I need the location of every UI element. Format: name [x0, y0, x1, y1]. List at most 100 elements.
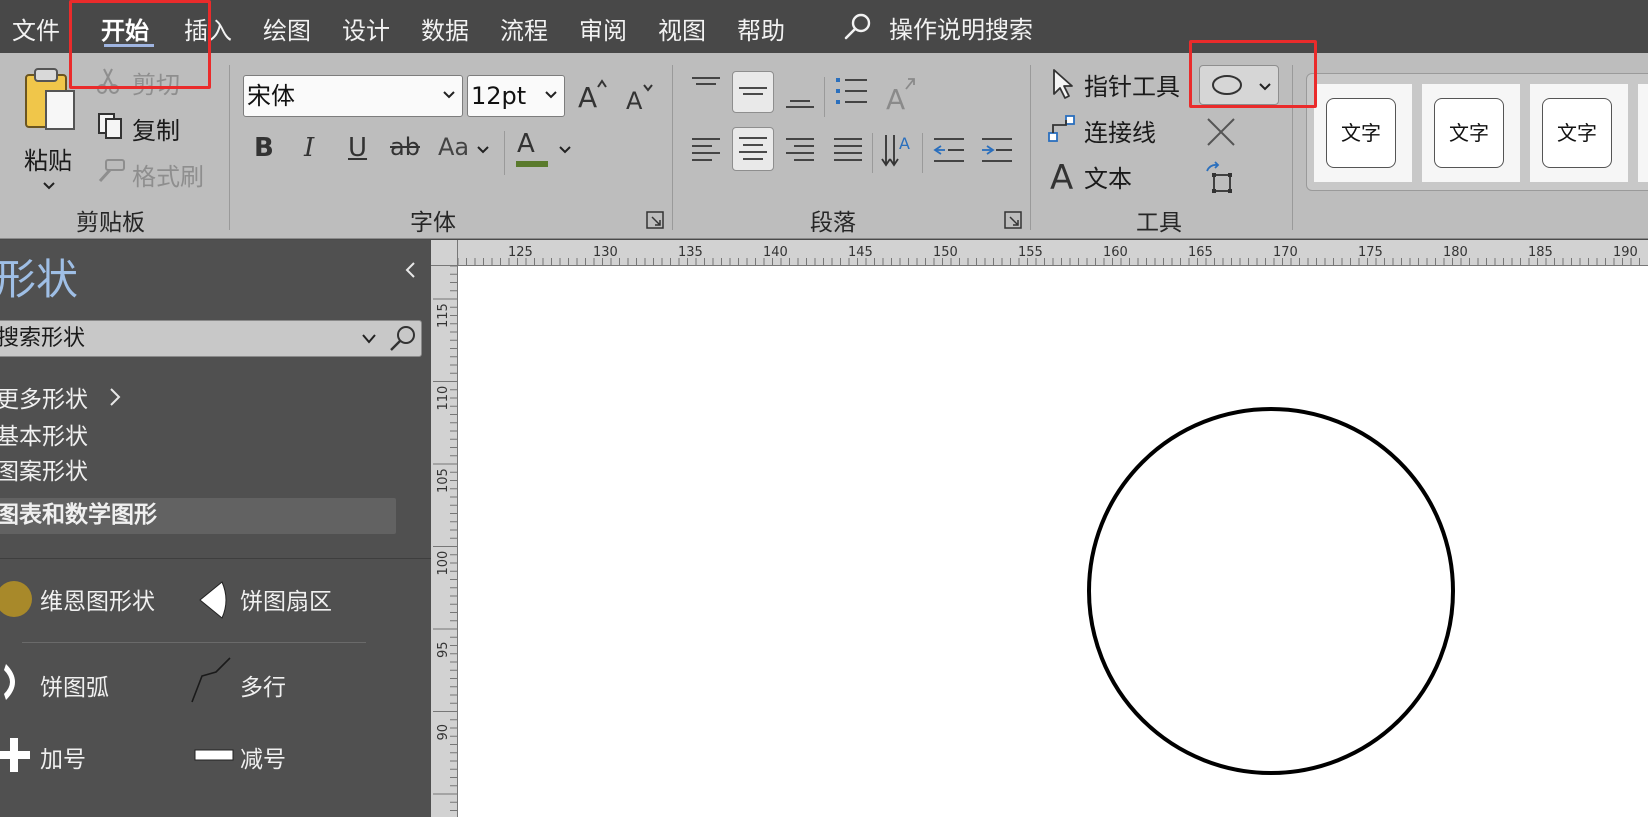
menu-bar: 文件 开始 插入 绘图 设计 数据 流程 审阅 视图 帮助 操作说明搜索 [0, 0, 1648, 53]
shape-venn[interactable]: 维恩图形状 [40, 582, 155, 616]
menu-review[interactable]: 审阅 [579, 11, 627, 46]
vertical-ruler-ticks: 115 110 105 100 95 90 [433, 265, 458, 811]
menu-help[interactable]: 帮助 [737, 11, 785, 46]
menu-file[interactable]: 文件 [12, 11, 60, 46]
ruler-tick-label: 150 [933, 245, 958, 260]
minus-icon[interactable] [194, 748, 234, 762]
ruler-tick-label: 165 [1188, 245, 1213, 260]
ruler-tick-label: 90 [436, 724, 451, 741]
align-middle-button[interactable] [732, 71, 774, 113]
align-bottom-icon[interactable] [784, 83, 816, 111]
shape-search-input[interactable] [0, 321, 357, 356]
shape-style-3[interactable]: 文字 [1530, 84, 1628, 182]
bold-button[interactable]: B [254, 133, 274, 163]
ruler-tick-label: 125 [508, 245, 533, 260]
horizontal-ruler-ticks: 0125130135140145150155160165170175180185… [440, 245, 1640, 266]
align-right-icon[interactable] [784, 135, 816, 165]
drawing-canvas[interactable] [458, 266, 1648, 817]
paste-button[interactable]: 粘贴 [20, 65, 80, 190]
more-shapes-link[interactable]: 更多形状 [0, 380, 88, 414]
chevron-down-icon[interactable] [558, 145, 572, 155]
copy-icon [98, 113, 122, 139]
menu-data[interactable]: 数据 [421, 11, 469, 46]
bullets-icon[interactable] [834, 75, 870, 109]
shape-tool-dropdown[interactable] [1199, 65, 1279, 105]
ruler-tick-label: 95 [436, 641, 451, 658]
shape-style-4[interactable] [1638, 84, 1648, 182]
shape-style-2[interactable]: 文字 [1422, 84, 1520, 182]
ruler-tick-label: 190 [1613, 245, 1638, 260]
plus-icon[interactable] [0, 736, 34, 774]
stencil-charts-math[interactable]: 图表和数学图形 [0, 498, 396, 534]
strikethrough-button[interactable]: ab [390, 133, 420, 161]
connector-tool-button[interactable]: 连接线 [1084, 113, 1156, 148]
text-tool-icon: A [1050, 158, 1073, 193]
paragraph-separator [824, 77, 825, 117]
stencil-basic-shapes[interactable]: 基本形状 [0, 417, 88, 451]
copy-button[interactable]: 复制 [132, 111, 180, 146]
shape-pie-sector[interactable]: 饼图扇区 [240, 582, 332, 616]
font-color-button[interactable]: A [517, 129, 535, 159]
menu-home[interactable]: 开始 [101, 11, 149, 46]
shrink-font-icon[interactable]: A [624, 79, 658, 113]
group-separator [1030, 65, 1031, 230]
increase-indent-icon[interactable] [980, 135, 1014, 165]
dialog-launcher-icon[interactable] [646, 211, 664, 229]
shape-multiline[interactable]: 多行 [240, 668, 286, 702]
grow-font-icon[interactable]: A [576, 75, 610, 111]
ruler-tick-label: 155 [1018, 245, 1043, 260]
shape-minus[interactable]: 减号 [240, 740, 286, 774]
pie-sector-icon[interactable] [196, 580, 230, 620]
chevron-down-icon[interactable] [361, 333, 377, 345]
italic-button[interactable]: I [304, 133, 314, 163]
shape-style-1-preview: 文字 [1326, 98, 1396, 168]
cut-button[interactable]: 剪切 [132, 65, 180, 100]
pointer-tool-button[interactable]: 指针工具 [1084, 67, 1180, 102]
font-size-combo[interactable]: 12pt [467, 75, 565, 117]
multiline-icon[interactable] [190, 656, 236, 704]
ruler-tick-label: 100 [436, 551, 451, 576]
panel-divider [0, 558, 431, 559]
ruler-tick-label: 105 [436, 468, 451, 493]
venn-icon[interactable] [0, 578, 34, 620]
ruler-corner [431, 240, 458, 266]
paragraph-separator [922, 133, 923, 173]
search-icon[interactable] [842, 11, 874, 43]
line-spacing-icon[interactable]: A [880, 131, 914, 169]
pie-arc-icon[interactable] [2, 660, 26, 704]
close-shape-icon[interactable] [1204, 115, 1238, 149]
font-name-combo[interactable]: 宋体 [243, 75, 463, 117]
align-left-icon[interactable] [690, 135, 722, 165]
chevron-left-icon[interactable] [403, 260, 417, 280]
menu-design[interactable]: 设计 [342, 11, 390, 46]
change-case-button[interactable]: Aa [438, 133, 469, 161]
font-group-label: 字体 [410, 210, 456, 236]
format-painter-button[interactable]: 格式刷 [132, 157, 204, 192]
decrease-indent-icon[interactable] [932, 135, 966, 165]
horizontal-ruler: 0125130135140145150155160165170175180185… [431, 240, 1648, 266]
justify-icon[interactable] [832, 135, 864, 165]
chevron-down-icon[interactable] [476, 145, 490, 155]
align-center-button[interactable] [732, 127, 774, 171]
align-middle-icon [739, 87, 767, 95]
search-icon[interactable] [387, 323, 419, 355]
menu-draw[interactable]: 绘图 [263, 11, 311, 46]
text-tool-button[interactable]: 文本 [1084, 159, 1132, 194]
tell-me-search[interactable]: 操作说明搜索 [889, 10, 1033, 45]
shape-style-1[interactable]: 文字 [1314, 84, 1412, 182]
menu-insert[interactable]: 插入 [184, 11, 232, 46]
chevron-right-icon[interactable] [108, 386, 122, 408]
section-divider [22, 642, 366, 643]
menu-process[interactable]: 流程 [500, 11, 548, 46]
shape-pie-arc[interactable]: 饼图弧 [40, 668, 109, 702]
dialog-launcher-icon[interactable] [1004, 211, 1022, 229]
font-color-swatch [516, 161, 548, 167]
align-top-icon[interactable] [690, 75, 722, 101]
underline-button[interactable]: U [348, 133, 367, 163]
stencil-pattern-shapes[interactable]: 图案形状 [0, 452, 88, 486]
circle-shape[interactable] [1087, 407, 1455, 775]
menu-view[interactable]: 视图 [658, 11, 706, 46]
shape-plus[interactable]: 加号 [40, 740, 86, 774]
group-separator [229, 65, 230, 230]
connection-point-icon[interactable] [1204, 161, 1238, 197]
